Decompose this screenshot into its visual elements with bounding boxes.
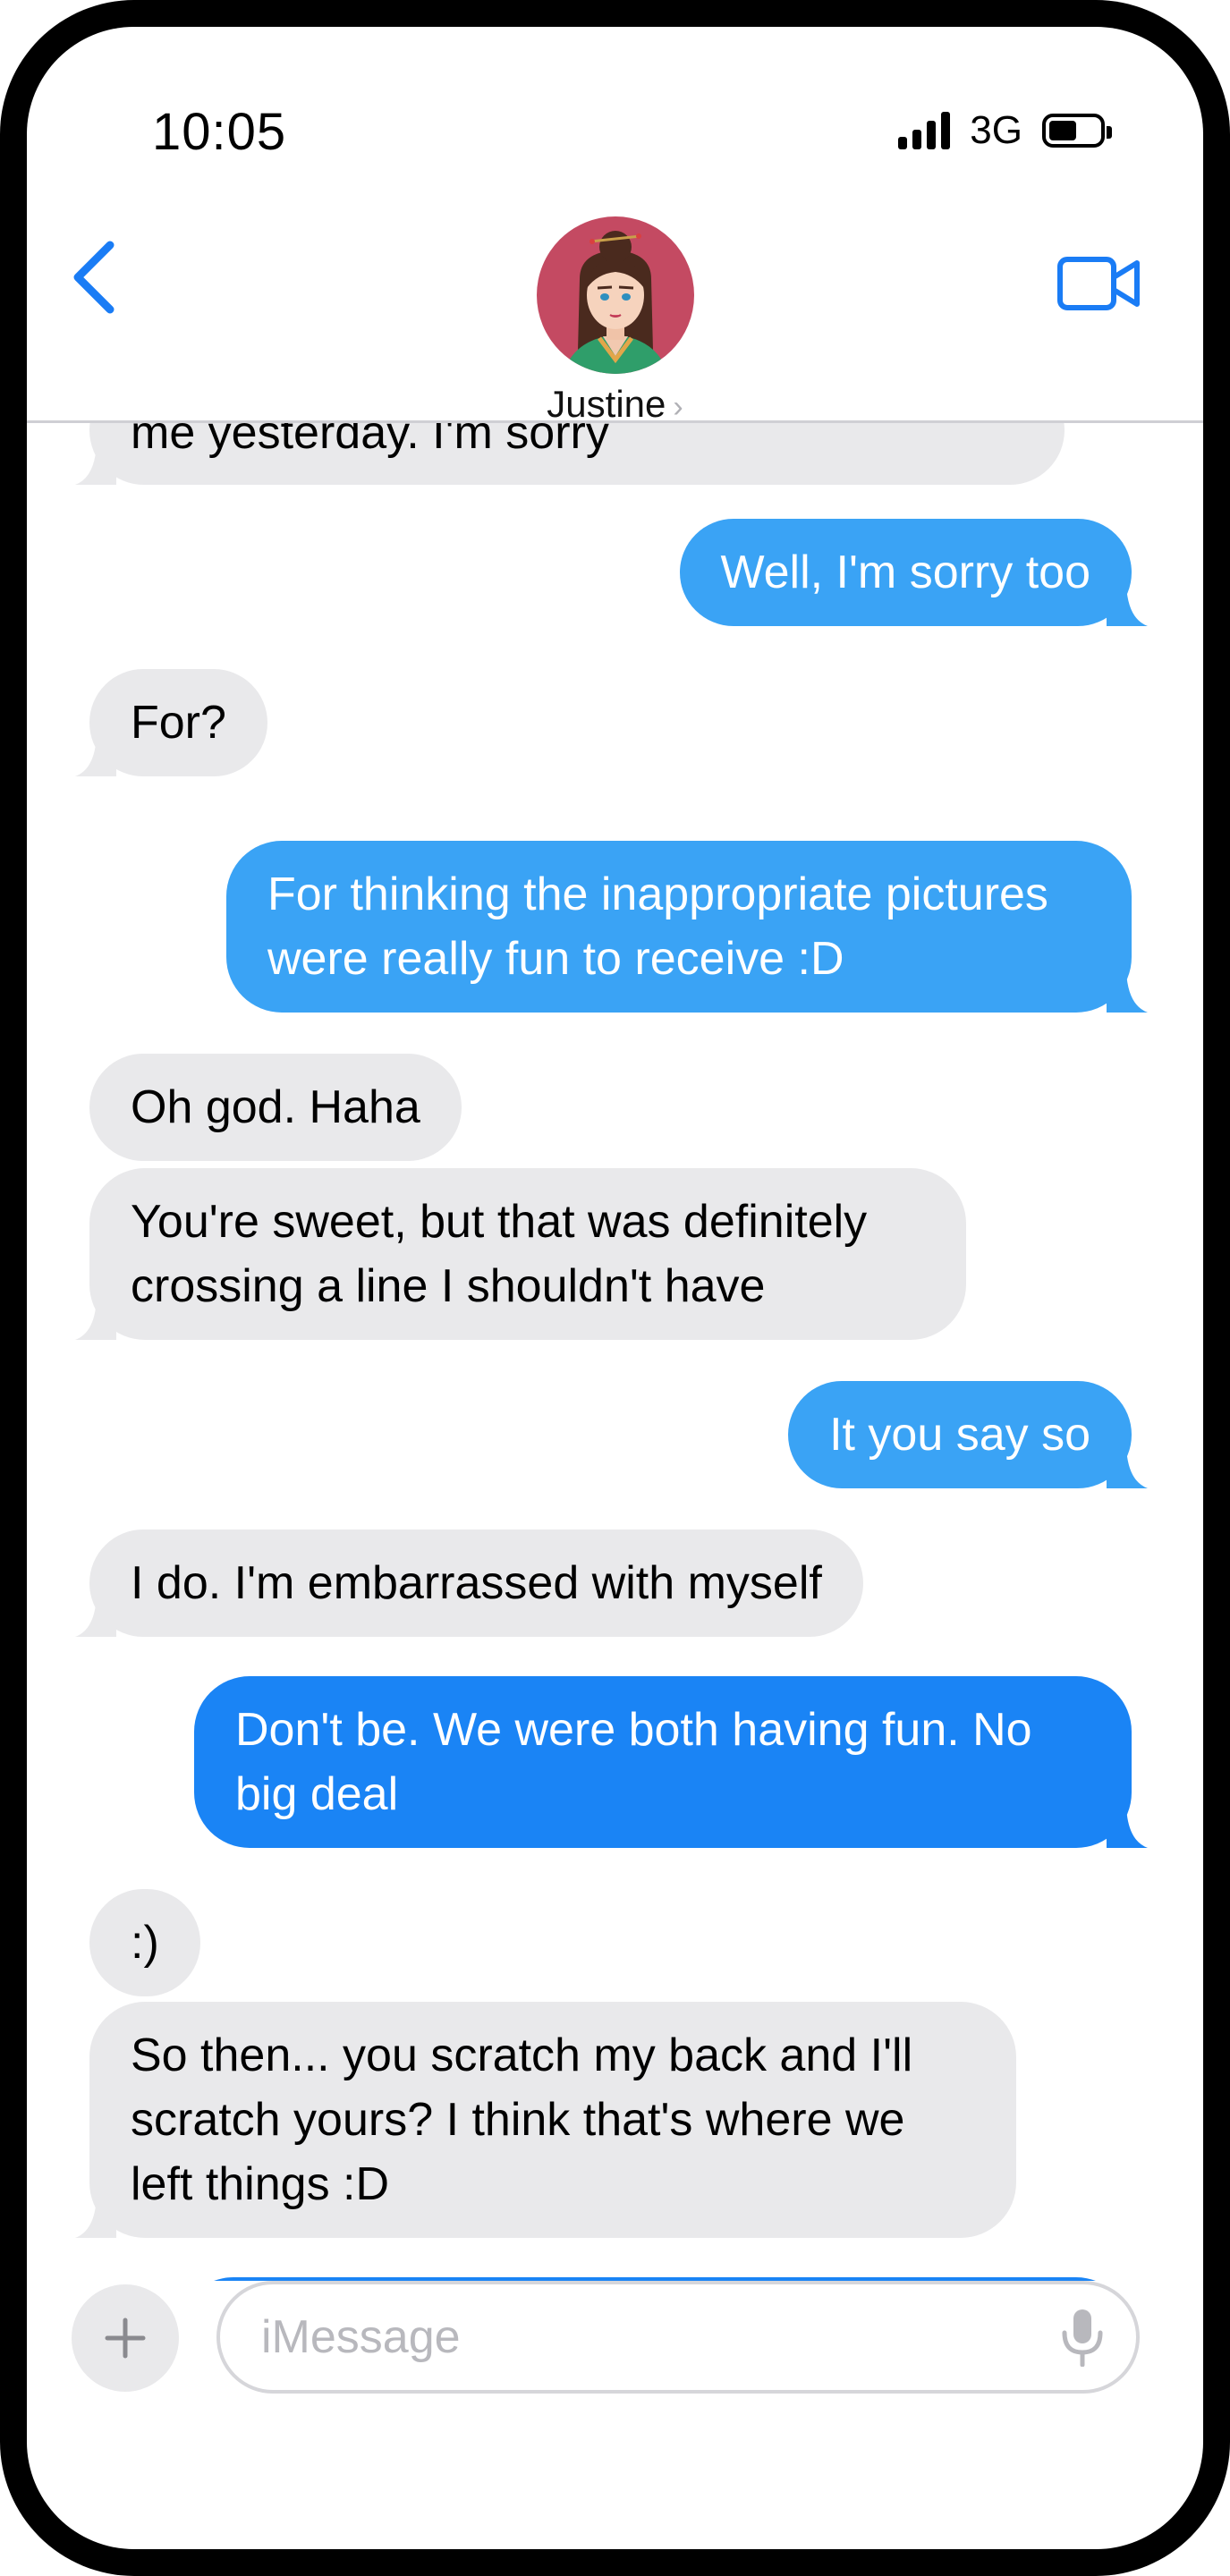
- contact-name: Justine: [547, 383, 666, 425]
- message-text: I do. I'm embarrassed with myself: [131, 1557, 822, 1609]
- conversation-header: Justine ›: [27, 188, 1203, 426]
- status-indicators: 3G: [898, 104, 1112, 157]
- compose-bar: [27, 2281, 1203, 2406]
- message-text: Well, I'm sorry too: [720, 547, 1091, 598]
- message-outgoing[interactable]: It you say so: [788, 1381, 1148, 1488]
- contact-avatar[interactable]: [537, 216, 694, 374]
- chevron-left-icon: [73, 241, 115, 314]
- message-text: You're sweet, but that was definitely cr…: [131, 1196, 868, 1312]
- message-text: Don't be. We were both having fun. No bi…: [235, 1704, 1032, 1820]
- screen: 10:05 3G Justine › me yesterday. I'm sor…: [27, 27, 1203, 2549]
- bubble-tail: [75, 444, 116, 485]
- message-outgoing[interactable]: For thinking the inappropriate pictures …: [226, 841, 1148, 1013]
- back-button[interactable]: [63, 233, 125, 322]
- bubble-tail: [75, 735, 116, 776]
- status-time: 10:05: [152, 103, 287, 161]
- message-text: :): [131, 1917, 159, 1969]
- chevron-right-icon: ›: [673, 390, 683, 424]
- message-text: Oh god. Haha: [131, 1081, 420, 1133]
- message-input[interactable]: [216, 2281, 1140, 2394]
- microphone-icon[interactable]: [1056, 2308, 1109, 2367]
- message-outgoing[interactable]: Don't be. We were both having fun. No bi…: [194, 1676, 1148, 1848]
- bubble-tail: [1107, 971, 1148, 1013]
- facetime-button[interactable]: [1055, 252, 1144, 315]
- bubble-tail: [1107, 1447, 1148, 1488]
- bubble-tail: [1107, 1807, 1148, 1848]
- phone-frame: 10:05 3G Justine › me yesterday. I'm sor…: [0, 0, 1230, 2576]
- contact-name-button[interactable]: Justine ›: [27, 383, 1203, 426]
- plus-icon: [105, 2318, 146, 2359]
- message-text: For?: [131, 697, 226, 749]
- message-incoming[interactable]: For?: [75, 669, 267, 776]
- message-incoming[interactable]: :): [89, 1889, 200, 1996]
- message-incoming[interactable]: I do. I'm embarrassed with myself: [75, 1530, 863, 1637]
- message-text: It you say so: [829, 1409, 1090, 1461]
- message-outgoing[interactable]: Well, I'm sorry too: [679, 519, 1148, 626]
- message-incoming[interactable]: You're sweet, but that was definitely cr…: [75, 1168, 966, 1340]
- battery-icon: [1042, 114, 1112, 148]
- video-camera-icon: [1057, 257, 1140, 310]
- message-incoming[interactable]: me yesterday. I'm sorry: [75, 420, 1065, 485]
- message-incoming[interactable]: Oh god. Haha: [89, 1054, 462, 1161]
- network-type: 3G: [970, 108, 1022, 152]
- signal-icon: [898, 112, 951, 149]
- message-text: For thinking the inappropriate pictures …: [267, 869, 1048, 985]
- message-incoming[interactable]: So then... you scratch my back and I'll …: [75, 2002, 1016, 2238]
- bubble-tail: [1107, 585, 1148, 626]
- message-list: me yesterday. I'm sorry Well, I'm sorry …: [27, 420, 1203, 2281]
- message-text: So then... you scratch my back and I'll …: [131, 2029, 913, 2210]
- bubble-tail: [75, 1596, 116, 1637]
- bubble-tail: [75, 1299, 116, 1340]
- apps-button[interactable]: [72, 2284, 179, 2392]
- bubble-tail: [75, 2197, 116, 2238]
- message-text: me yesterday. I'm sorry: [131, 420, 609, 459]
